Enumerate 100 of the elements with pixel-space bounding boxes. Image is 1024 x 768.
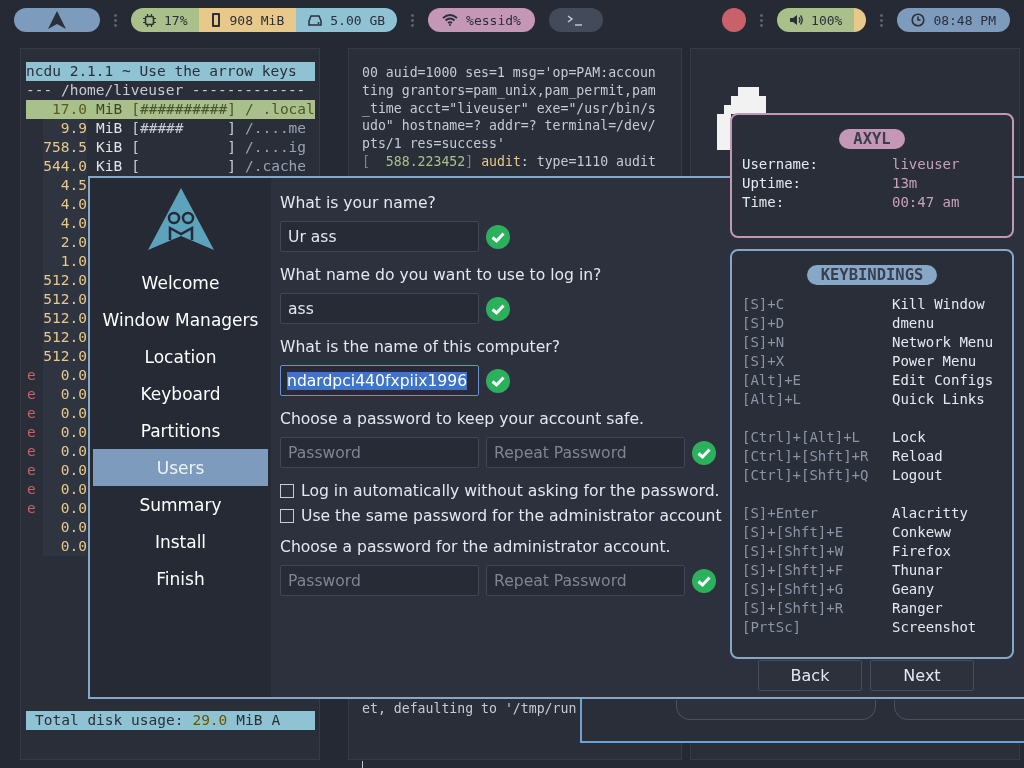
memory-icon bbox=[211, 13, 222, 27]
ncdu-row[interactable]: 544.0 KiB [ ] /.cache bbox=[26, 157, 315, 176]
nav-button[interactable]: Back bbox=[758, 660, 862, 691]
ncdu-row[interactable]: e 0.0 bbox=[26, 385, 87, 404]
info-label: Username: bbox=[742, 155, 819, 174]
log-line: [ 588.223452] audit: type=1110 audit bbox=[362, 153, 656, 171]
size-value: 0.0 bbox=[43, 499, 87, 518]
log-line: _time acct="liveuser" exe="/usr/bin/s bbox=[362, 99, 656, 118]
ncdu-row[interactable]: e 0.0 bbox=[26, 423, 87, 442]
stat-value: 5.00 GB bbox=[330, 12, 386, 28]
log-line: pts/1 res=success' bbox=[362, 135, 505, 153]
flag-mark: e bbox=[26, 499, 37, 518]
checkbox-label: Use the same password for the administrator account bbox=[301, 506, 722, 525]
shortcut-action: Lock bbox=[892, 428, 926, 447]
size-unit: KiB bbox=[96, 138, 123, 157]
nav-button[interactable]: Next bbox=[870, 660, 974, 691]
ncdu-row[interactable]: 9.9 MiB [##### ] /....me bbox=[26, 119, 315, 138]
volume-status[interactable]: 100% bbox=[777, 8, 855, 32]
launcher-button[interactable] bbox=[14, 8, 100, 32]
size-unit: KiB bbox=[96, 157, 123, 176]
step-item[interactable]: Install bbox=[93, 523, 268, 560]
log-line: et, defaulting to '/tmp/run bbox=[362, 701, 577, 717]
usage-text: [##########] bbox=[131, 100, 236, 119]
ncdu-row[interactable]: e 0.0 bbox=[26, 480, 87, 499]
step-item[interactable]: Partitions bbox=[93, 412, 268, 449]
file-name: /....me bbox=[244, 119, 307, 138]
shortcut-keys: [S]+[Shft]+R bbox=[742, 599, 892, 618]
size-value: 9.9 bbox=[43, 119, 87, 138]
shortcut-action: Ranger bbox=[892, 599, 943, 618]
shortcut-action: Edit Configs bbox=[892, 371, 994, 390]
size-value: 0.0 bbox=[43, 461, 87, 480]
size-value: 758.5 bbox=[43, 138, 87, 157]
ncdu-row[interactable]: e 0.0 bbox=[26, 499, 87, 518]
record-indicator[interactable] bbox=[722, 8, 747, 32]
shortcut-action: Alacritty bbox=[892, 504, 968, 523]
password-field[interactable]: Repeat Password bbox=[486, 437, 685, 468]
file-name: /.cache bbox=[244, 157, 307, 176]
info-value: 13m bbox=[892, 174, 918, 193]
volume-level: 100% bbox=[811, 12, 843, 28]
ncdu-row[interactable]: e 0.0 bbox=[26, 404, 87, 423]
ghost-drawing bbox=[717, 87, 766, 150]
footer-value: 29.0 bbox=[192, 711, 228, 730]
password-field[interactable]: Password bbox=[280, 565, 479, 596]
step-item[interactable]: Welcome bbox=[93, 264, 268, 301]
terminal-button[interactable] bbox=[548, 8, 603, 32]
drive-icon bbox=[308, 14, 323, 26]
ncdu-row[interactable]: e 0.0 bbox=[26, 442, 87, 461]
size-value: 0.0 bbox=[43, 423, 87, 442]
step-item[interactable]: Summary bbox=[93, 486, 268, 523]
flag-mark: e bbox=[26, 366, 37, 385]
terminal-icon bbox=[566, 14, 585, 26]
size-value: 2.0 bbox=[43, 233, 87, 252]
checkbox[interactable] bbox=[280, 483, 294, 498]
checkbox[interactable] bbox=[280, 508, 294, 523]
ncdu-row[interactable]: 758.5 KiB [ ] /....ig bbox=[26, 138, 315, 157]
size-value: 0.0 bbox=[43, 442, 87, 461]
question-label: What name do you want to use to log in? bbox=[280, 265, 602, 286]
shortcut-action: Reload bbox=[892, 447, 943, 466]
logo-icon bbox=[47, 10, 67, 30]
checkbox-label: Log in automatically without asking for the password. bbox=[301, 481, 720, 500]
size-unit: MiB bbox=[96, 119, 123, 138]
password-field[interactable]: Password bbox=[280, 437, 479, 468]
shortcut-keys: [S]+[Shft]+W bbox=[742, 542, 892, 561]
ncdu-row[interactable]: e 0.0 bbox=[26, 366, 87, 385]
step-item[interactable]: Window Managers bbox=[93, 301, 268, 338]
size-value: 512.0 bbox=[43, 328, 87, 347]
log-line: udo" hostname=? addr=? terminal=/dev/ bbox=[362, 117, 656, 136]
ncdu-row[interactable]: 17.0 MiB [##########] / .local bbox=[26, 100, 315, 119]
status-segment bbox=[854, 8, 867, 32]
size-value: 4.0 bbox=[43, 195, 87, 214]
chip-icon bbox=[143, 13, 156, 27]
shortcut-action: Logout bbox=[892, 466, 943, 485]
shortcut-action: Firefox bbox=[892, 542, 951, 561]
password-field[interactable]: Repeat Password bbox=[486, 565, 685, 596]
usage-text: [ ] bbox=[131, 157, 236, 176]
shortcut-keys: [Ctrl]+[Alt]+L bbox=[742, 428, 892, 447]
ncdu-row[interactable]: e 0.0 bbox=[26, 461, 87, 480]
shortcut-keys: [Ctrl]+[Shft]+Q bbox=[742, 466, 892, 485]
clock-time: 08:48 PM bbox=[933, 12, 996, 28]
shortcut-action: dmenu bbox=[892, 314, 935, 333]
text-field[interactable]: ndardpci440fxpiix1996 bbox=[280, 365, 479, 396]
size-value: 4.0 bbox=[43, 214, 87, 233]
log-line: ting grantors=pam_unix,pam_permit,pam bbox=[362, 81, 656, 100]
stat-value: 908 MiB bbox=[229, 12, 285, 28]
step-item[interactable]: Keyboard bbox=[93, 375, 268, 412]
step-item[interactable]: Finish bbox=[93, 560, 268, 597]
info-value: 00:47 am bbox=[892, 193, 960, 212]
network-status[interactable]: %essid% bbox=[428, 8, 535, 32]
size-unit: MiB bbox=[96, 100, 123, 119]
question-label: Choose a password for the administrator account. bbox=[280, 537, 671, 558]
footer-label: Total disk usage: bbox=[35, 711, 184, 730]
shortcut-action: Geany bbox=[892, 580, 935, 599]
shortcut-keys: [Alt]+L bbox=[742, 390, 892, 409]
step-item[interactable]: Location bbox=[93, 338, 268, 375]
text-field[interactable]: ass bbox=[280, 293, 479, 324]
shortcut-keys: [S]+[Shft]+F bbox=[742, 561, 892, 580]
size-value: 0.0 bbox=[43, 385, 87, 404]
text-field[interactable]: Ur ass bbox=[280, 221, 479, 252]
shortcut-keys: [S]+[Shft]+G bbox=[742, 580, 892, 599]
info-label: Uptime: bbox=[742, 174, 802, 193]
